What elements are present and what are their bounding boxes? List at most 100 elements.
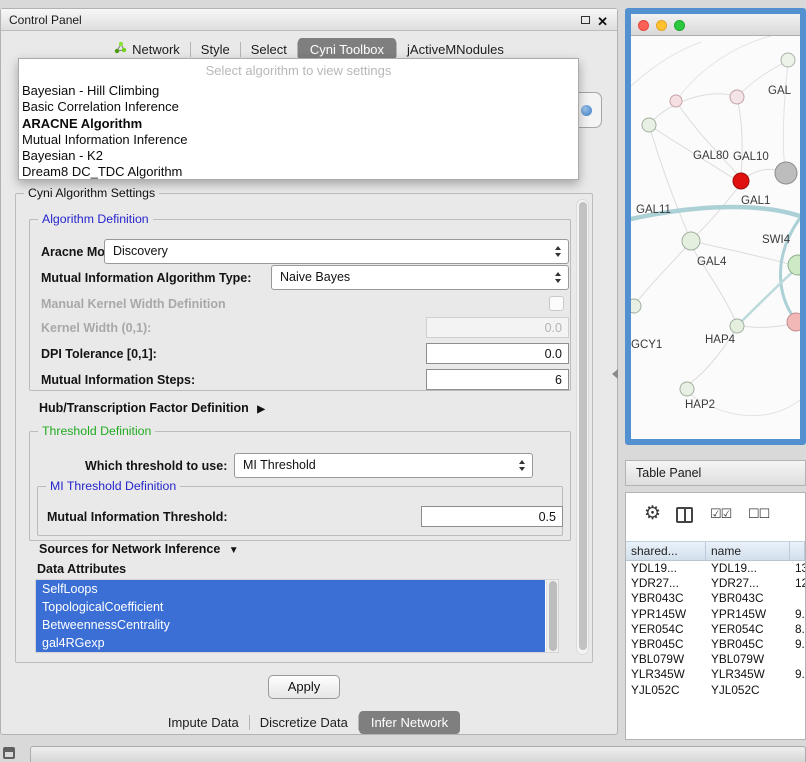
- table-row[interactable]: YBR045CYBR045C9.: [626, 637, 805, 652]
- network-edge[interactable]: [783, 64, 788, 176]
- table-cell: YDR27...: [706, 576, 790, 591]
- collapsed-arrow-icon[interactable]: ▶: [257, 404, 265, 415]
- network-edge[interactable]: [649, 125, 689, 236]
- network-node[interactable]: [788, 255, 800, 275]
- expanded-arrow-icon[interactable]: ▼: [229, 545, 239, 556]
- table-row[interactable]: YER054CYER054C8.: [626, 622, 805, 637]
- control-panel-titlebar[interactable]: Control Panel ✕: [1, 9, 617, 31]
- table-cell: YJL052C: [706, 683, 790, 698]
- table-row[interactable]: YLR345WYLR345W9.: [626, 667, 805, 682]
- network-node[interactable]: [787, 313, 800, 331]
- table-header: shared... name: [626, 541, 805, 561]
- table-cell: YBR045C: [706, 637, 790, 652]
- table-panel-title: Table Panel: [636, 466, 701, 480]
- table-cell: YDR27...: [626, 576, 706, 591]
- kernel-width-field[interactable]: [426, 317, 569, 338]
- attribute-item[interactable]: gal4RGexp: [36, 634, 545, 652]
- network-window-titlebar[interactable]: [631, 14, 800, 36]
- attributes-scrollbar[interactable]: [546, 580, 558, 652]
- attributes-scrollbar-thumb[interactable]: [549, 581, 557, 651]
- hub-definition-label: Hub/Transcription Factor Definition: [39, 401, 249, 415]
- settings-scrollbar[interactable]: [576, 199, 589, 655]
- data-attributes-list[interactable]: SelfLoopsTopologicalCoefficientBetweenne…: [35, 579, 559, 653]
- network-edge[interactable]: [737, 97, 742, 176]
- checked-boxes-icon[interactable]: ☑☑: [710, 506, 731, 522]
- table-cell: 9.: [790, 607, 805, 622]
- aracne-mode-select[interactable]: Discovery: [104, 239, 569, 264]
- algorithm-option[interactable]: ARACNE Algorithm: [19, 116, 578, 132]
- mi-algorithm-type-select[interactable]: Naive Bayes: [271, 265, 569, 290]
- network-node[interactable]: [642, 118, 656, 132]
- algorithm-option[interactable]: Bayesian - Hill Climbing: [19, 83, 578, 99]
- table-cell: 8.: [790, 622, 805, 637]
- network-node[interactable]: [781, 53, 795, 67]
- show-panel-icon[interactable]: [3, 747, 15, 759]
- attribute-item[interactable]: SelfLoops: [36, 580, 545, 598]
- help-icon: [581, 105, 592, 116]
- network-node[interactable]: [733, 173, 749, 189]
- manual-kernel-width-checkbox[interactable]: [549, 296, 564, 311]
- network-node[interactable]: [670, 95, 682, 107]
- node-label: HAP4: [705, 334, 736, 346]
- settings-scrollbar-thumb[interactable]: [579, 202, 587, 650]
- table-cell: YPR145W: [706, 607, 790, 622]
- settings-gear-icon[interactable]: ⚙: [644, 502, 661, 525]
- table-panel-titlebar[interactable]: Table Panel: [625, 460, 806, 486]
- minimize-traffic-light-icon[interactable]: [656, 20, 667, 31]
- network-node[interactable]: [631, 299, 641, 313]
- tab-infer-network[interactable]: Infer Network: [359, 711, 460, 734]
- mi-threshold-field[interactable]: [421, 506, 563, 527]
- column-header-shared-name[interactable]: shared...: [626, 542, 706, 560]
- network-edge[interactable]: [631, 42, 701, 86]
- mi-threshold-group-title: MI Threshold Definition: [46, 479, 180, 493]
- network-edge[interactable]: [637, 244, 689, 302]
- zoom-traffic-light-icon[interactable]: [674, 20, 685, 31]
- tab-impute-data[interactable]: Impute Data: [158, 711, 249, 734]
- attribute-item[interactable]: BetweennessCentrality: [36, 616, 545, 634]
- algorithm-option[interactable]: Basic Correlation Inference: [19, 99, 578, 115]
- network-edge[interactable]: [649, 94, 737, 125]
- splitter-collapse-icon[interactable]: [612, 369, 618, 379]
- algorithm-option[interactable]: Dream8 DC_TDC Algorithm: [19, 164, 578, 180]
- which-threshold-select[interactable]: MI Threshold: [234, 453, 533, 478]
- network-node[interactable]: [775, 162, 797, 184]
- table-cell: YER054C: [706, 622, 790, 637]
- algorithm-option[interactable]: Mutual Information Inference: [19, 132, 578, 148]
- network-edge[interactable]: [676, 101, 739, 176]
- mi-steps-field[interactable]: [426, 369, 569, 390]
- unchecked-boxes-icon[interactable]: ☐☐: [748, 506, 769, 522]
- column-header-name[interactable]: name: [706, 542, 790, 560]
- table-cell: YBL079W: [706, 652, 790, 667]
- network-node[interactable]: [680, 382, 694, 396]
- sources-section[interactable]: Sources for Network Inference ▼: [39, 542, 239, 556]
- close-traffic-light-icon[interactable]: [638, 20, 649, 31]
- node-label: GAL: [768, 85, 792, 97]
- close-icon[interactable]: ✕: [597, 11, 608, 33]
- table-row[interactable]: YBR043CYBR043C: [626, 591, 805, 606]
- network-node[interactable]: [682, 232, 700, 250]
- float-window-icon[interactable]: [581, 16, 590, 24]
- network-node[interactable]: [730, 319, 744, 333]
- attribute-item[interactable]: TopologicalCoefficient: [36, 598, 545, 616]
- table-row[interactable]: YBL079WYBL079W: [626, 652, 805, 667]
- network-edge[interactable]: [676, 36, 771, 101]
- apply-button[interactable]: Apply: [268, 675, 340, 699]
- network-node[interactable]: [730, 90, 744, 104]
- column-header-partial[interactable]: [790, 542, 805, 560]
- network-view-window: GALGAL80GAL10GAL11GAL1SWI4GAL4GCY1HAP4HA…: [625, 8, 806, 445]
- table-cell: YPR145W: [626, 607, 706, 622]
- mi-threshold-label: Mutual Information Threshold:: [47, 510, 228, 524]
- table-row[interactable]: YDR27...YDR27...12: [626, 576, 805, 591]
- table-row[interactable]: YPR145WYPR145W9.: [626, 607, 805, 622]
- table-row[interactable]: YJL052CYJL052C: [626, 683, 805, 698]
- tab-discretize-data[interactable]: Discretize Data: [250, 711, 358, 734]
- manual-kernel-width-label: Manual Kernel Width Definition: [41, 297, 226, 311]
- dpi-tolerance-field[interactable]: [426, 343, 569, 364]
- table-row[interactable]: YDL19...YDL19...13: [626, 561, 805, 576]
- network-edge[interactable]: [743, 324, 791, 327]
- hub-definition-section[interactable]: Hub/Transcription Factor Definition ▶: [39, 401, 265, 415]
- algorithm-option[interactable]: Bayesian - K2: [19, 148, 578, 164]
- table-cell: 12: [790, 576, 805, 591]
- network-canvas[interactable]: GALGAL80GAL10GAL11GAL1SWI4GAL4GCY1HAP4HA…: [631, 36, 800, 439]
- column-layout-icon[interactable]: [676, 507, 693, 523]
